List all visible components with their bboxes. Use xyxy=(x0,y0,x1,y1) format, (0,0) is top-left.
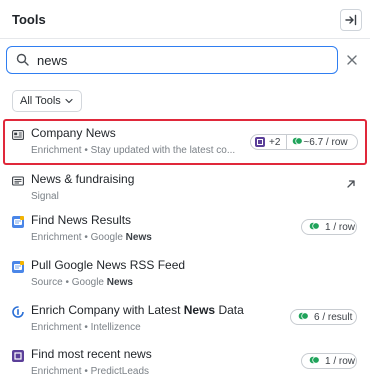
cost-badge: 1 / row xyxy=(301,353,357,369)
google-search-icon xyxy=(12,261,24,273)
tool-subtitle: Enrichment • Google News xyxy=(31,232,152,243)
clear-search-button[interactable] xyxy=(344,52,360,68)
header-divider xyxy=(0,38,370,39)
coins-icon xyxy=(298,311,309,323)
search-input[interactable] xyxy=(37,51,327,69)
tool-subtitle: Enrichment • Intellizence xyxy=(31,322,141,333)
tool-name: Enrich Company with Latest News Data xyxy=(31,303,244,317)
tool-subtitle: Enrichment • PredictLeads xyxy=(31,366,150,377)
close-icon xyxy=(347,55,357,65)
intellizence-icon xyxy=(12,306,24,318)
cost-text: ~6.7 / row xyxy=(303,136,348,148)
tool-name: Company News xyxy=(31,126,116,140)
cost-text: 1 / row xyxy=(325,221,356,233)
cost-badge: 1 / row xyxy=(301,219,357,235)
coins-icon xyxy=(309,355,320,367)
coins-icon xyxy=(309,221,320,233)
cost-text: 1 / row xyxy=(325,355,356,367)
tool-subtitle: Source • Google News xyxy=(31,277,133,288)
search-box[interactable] xyxy=(6,46,338,74)
tool-subtitle: Enrichment • Stay updated with the lates… xyxy=(31,145,236,156)
collapse-right-icon xyxy=(345,14,357,26)
panel-header: Tools xyxy=(0,0,370,38)
provider-extra-count: +2 xyxy=(269,136,281,148)
collapse-panel-button[interactable] xyxy=(340,9,362,31)
open-arrow-icon[interactable] xyxy=(345,178,357,190)
cost-text: 6 / result xyxy=(314,311,353,323)
google-search-icon xyxy=(12,216,24,228)
search-icon xyxy=(16,53,29,66)
tool-item-pull-google-news-rss[interactable]: Pull Google News RSS Feed Source • Googl… xyxy=(0,257,370,297)
chevron-down-icon xyxy=(65,98,73,104)
tool-item-news-fundraising[interactable]: News & fundraising Signal xyxy=(0,171,370,211)
tool-type-filter[interactable]: All Tools xyxy=(12,90,82,112)
tool-name: Find News Results xyxy=(31,213,132,227)
cost-badge: 6 / result xyxy=(290,309,357,325)
predictleads-icon xyxy=(255,137,265,147)
cost-badge: ~6.7 / row xyxy=(287,135,348,149)
coins-icon xyxy=(292,136,304,148)
newspaper-icon xyxy=(12,176,24,186)
tool-name: News & fundraising xyxy=(31,172,135,186)
credit-badge-group: +2 ~6.7 / row xyxy=(250,134,358,150)
predictleads-icon xyxy=(12,350,24,362)
panel-title: Tools xyxy=(12,12,46,27)
tool-subtitle: Signal xyxy=(31,191,59,202)
tool-name: Find most recent news xyxy=(31,347,152,361)
provider-badge: +2 xyxy=(251,135,286,149)
tool-name: Pull Google News RSS Feed xyxy=(31,258,186,272)
filter-label: All Tools xyxy=(20,95,61,107)
card-icon xyxy=(12,130,24,140)
